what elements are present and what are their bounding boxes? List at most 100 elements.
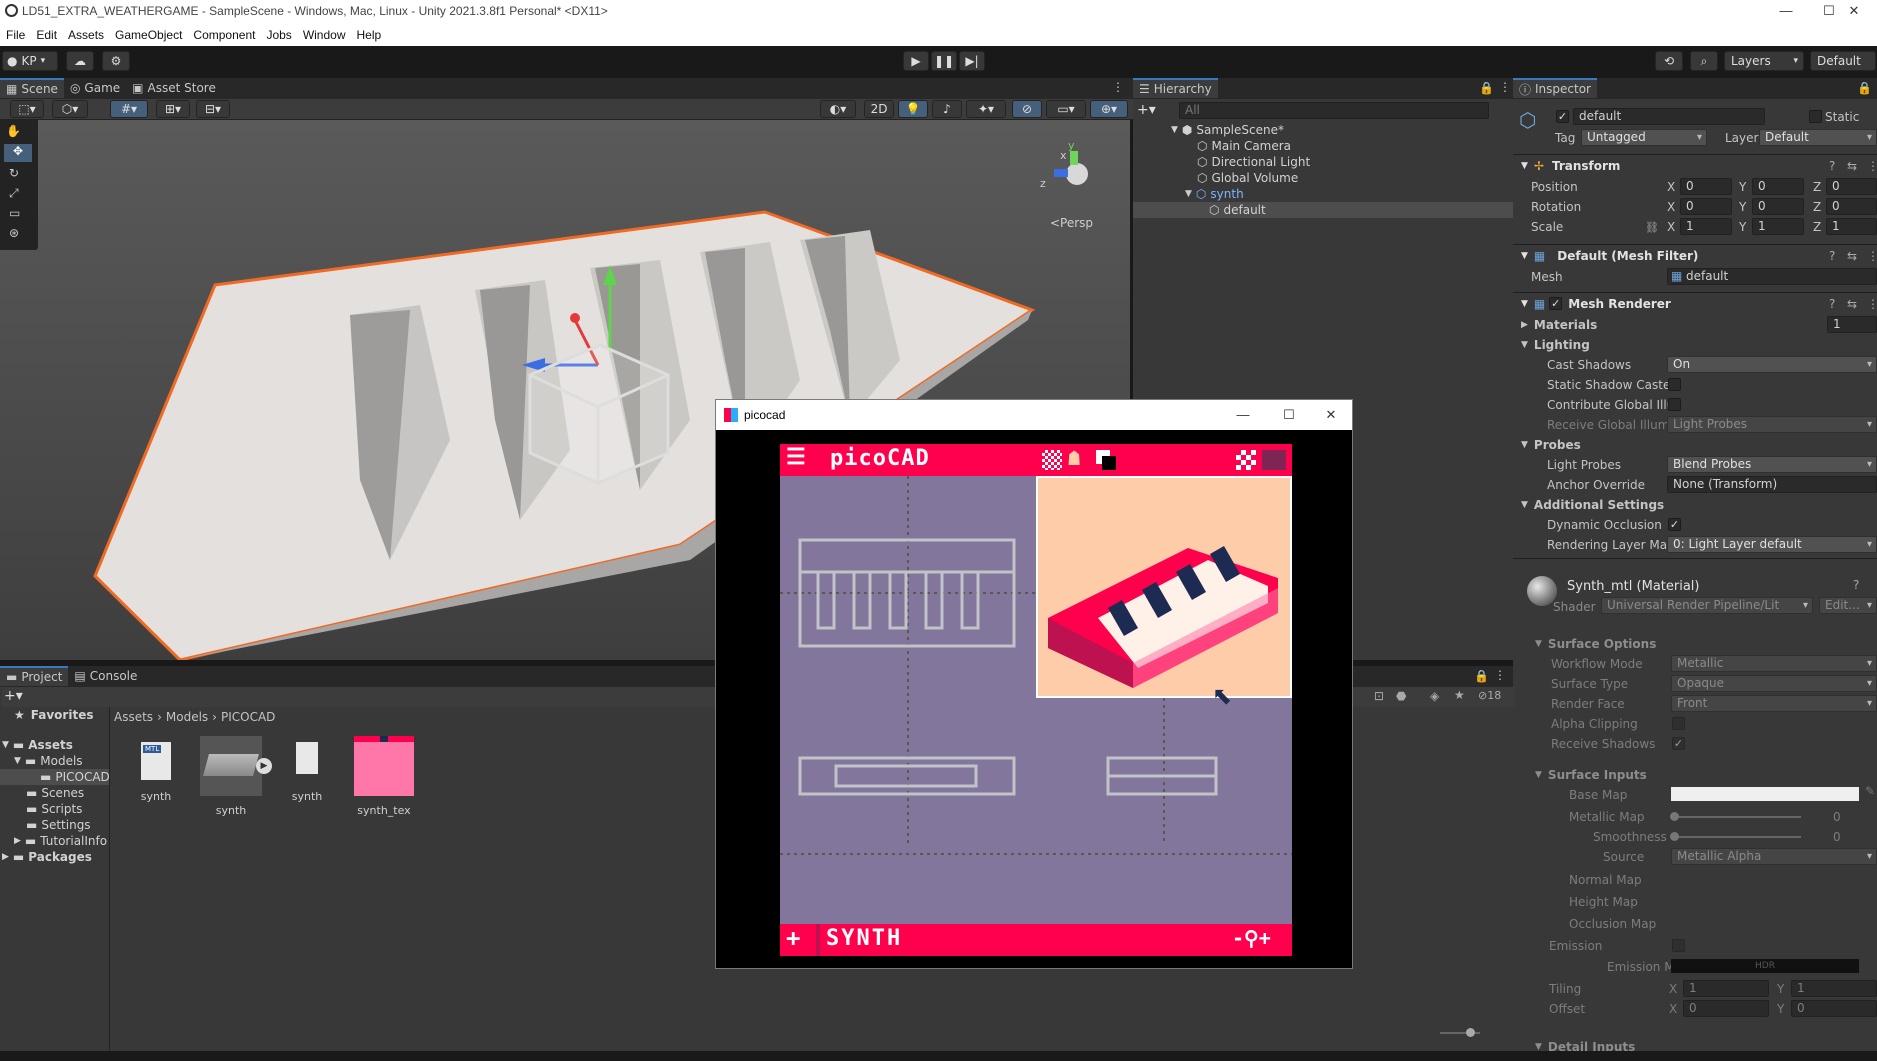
rotation-x-field[interactable]: 0 [1680,198,1732,215]
list-item[interactable]: ▼ ⬡ synth [1133,186,1513,202]
list-item[interactable]: ⬡ default [1133,202,1513,218]
rotate-tool-icon[interactable]: ↻ [9,166,19,180]
list-item[interactable]: ⬡ Main Camera [1133,138,1513,154]
tag-icon[interactable]: ◈ [1430,689,1439,703]
create-asset-button[interactable]: +▾ [4,688,23,704]
cloud-icon[interactable]: ☁ [66,51,94,71]
lighting-foldout[interactable]: ▼ Lighting [1521,336,1590,354]
lighting-toggle-icon[interactable]: 💡 [898,100,928,118]
shader-dropdown[interactable]: Universal Render Pipeline/Lit [1601,597,1813,614]
search-icon[interactable]: ⌕ [1690,51,1718,71]
breadcrumb-assets[interactable]: Assets [114,710,153,724]
grid-view-icon[interactable] [1236,450,1256,470]
mode-2d-button[interactable]: 2D [864,100,894,118]
scale-y-field[interactable]: 1 [1752,218,1804,235]
zoom-slider[interactable] [1440,1028,1480,1037]
tab-hierarchy[interactable]: ☰ Hierarchy [1133,78,1218,98]
render-face-dropdown[interactable]: Front [1671,695,1877,712]
surface-type-dropdown[interactable]: Opaque [1671,675,1877,692]
rect-tool-icon[interactable]: ▭ [9,206,20,220]
play-button[interactable]: ▶ [903,51,929,71]
collab-icon[interactable]: ⚙ [102,51,130,71]
hand-tool-icon[interactable]: ✋ [6,124,21,138]
more-menu-icon[interactable]: ⋮ [1112,80,1124,94]
tiling-y-field[interactable]: 1 [1791,980,1877,997]
texture-mode-icon[interactable] [1042,450,1062,470]
list-item[interactable]: ⬡ Global Volume [1133,170,1513,186]
history-icon[interactable]: ⟲ [1655,51,1683,71]
tree-item-assets[interactable]: ▼ ▬ Assets [0,737,109,753]
help-icon[interactable]: ? [1829,297,1835,311]
orientation-gizmo[interactable]: y x z [1040,135,1110,205]
rendering-layer-dropdown[interactable]: 0: Light Layer default [1667,536,1877,553]
breadcrumb-picocad[interactable]: PICOCAD [221,710,275,724]
layout-dropdown[interactable]: Default [1810,51,1876,71]
menu-component[interactable]: Component [189,28,262,42]
effects-icon[interactable]: ✦▾ [966,100,1006,118]
slider-thumb[interactable] [1466,1028,1475,1037]
scale-x-field[interactable]: 1 [1680,218,1732,235]
expand-arrow-icon[interactable]: ▶ [256,758,272,774]
anchor-override-field[interactable]: None (Transform) [1667,476,1877,493]
tab-scene[interactable]: ▦ Scene [0,78,64,98]
search-by-label-icon[interactable]: ⬣ [1396,689,1406,703]
surface-options-foldout[interactable]: ▼ Surface Options [1535,635,1656,653]
close-button[interactable]: ✕ [1831,0,1877,23]
preset-icon[interactable]: ⇆ [1847,159,1857,173]
light-mode-icon[interactable]: ☗ [1068,446,1080,470]
tree-item-picocad[interactable]: ▬ PICOCAD [0,769,110,785]
step-button[interactable]: ▶| [959,51,985,71]
minimize-button[interactable]: — [1220,404,1266,427]
single-view-icon[interactable] [1262,450,1286,470]
project-name[interactable]: SYNTH [826,926,902,951]
slider-thumb[interactable] [1670,832,1679,841]
menu-help[interactable]: Help [353,28,389,42]
offset-x-field[interactable]: 0 [1683,1000,1769,1017]
active-checkbox[interactable]: ✓ [1556,110,1569,123]
tab-inspector[interactable]: ⓘ Inspector [1513,78,1597,98]
dynamic-occlusion-checkbox[interactable]: ✓ [1668,518,1681,531]
offset-y-field[interactable]: 0 [1791,1000,1877,1017]
more-menu-icon[interactable]: ⋮ [1867,297,1877,311]
list-item[interactable]: ⬡ Directional Light [1133,154,1513,170]
close-button[interactable]: ✕ [1308,404,1354,427]
menu-assets[interactable]: Assets [64,28,111,42]
alpha-clipping-checkbox[interactable] [1672,717,1685,730]
more-menu-icon[interactable]: ⋮ [1494,668,1506,682]
scale-tool-icon[interactable]: ⤢ [9,186,19,201]
object-name-field[interactable]: default [1573,108,1765,125]
static-checkbox[interactable] [1809,110,1822,123]
tree-item-settings[interactable]: ▬ Settings [0,817,109,833]
menu-file[interactable]: File [2,28,32,42]
more-menu-icon[interactable]: ⋮ [1867,159,1877,173]
draw-mode-icon[interactable]: ⬚▾ [10,100,44,118]
asset-item[interactable]: synth_tex [349,736,419,817]
grid-snap-icon[interactable]: #▾ [110,100,148,118]
surface-inputs-foldout[interactable]: ▼ Surface Inputs [1535,766,1647,784]
source-dropdown[interactable]: Metallic Alpha [1671,848,1877,865]
tab-game[interactable]: ◎ Game [64,78,126,98]
favorites-item[interactable]: ★ Favorites [0,707,109,723]
preset-icon[interactable]: ⇆ [1847,297,1857,311]
light-probes-dropdown[interactable]: Blend Probes [1667,456,1877,473]
grid-icon[interactable]: ⊞▾ [156,100,190,118]
smoothness-value[interactable]: 0 [1833,828,1841,846]
hamburger-menu-icon[interactable]: ☰ [786,445,806,470]
contribute-gi-checkbox[interactable] [1668,398,1681,411]
tree-item-packages[interactable]: ▶ ▬ Packages [0,849,109,865]
materials-count-field[interactable]: 1 [1827,316,1877,333]
help-icon[interactable]: ? [1853,578,1859,592]
persp-label[interactable]: <Persp [1050,216,1093,230]
position-x-field[interactable]: 0 [1680,178,1732,195]
tab-console[interactable]: ▤ Console [68,666,143,686]
position-z-field[interactable]: 0 [1826,178,1877,195]
help-icon[interactable]: ? [1829,249,1835,263]
menu-gameobject[interactable]: GameObject [111,28,189,42]
audio-toggle-icon[interactable]: ♪ [932,100,962,118]
tiling-x-field[interactable]: 1 [1683,980,1769,997]
workflow-dropdown[interactable]: Metallic [1671,655,1877,672]
tab-project[interactable]: ▬ Project [0,666,69,686]
base-color-swatch[interactable] [1671,787,1859,801]
enabled-checkbox[interactable]: ✓ [1549,297,1563,310]
menu-edit[interactable]: Edit [32,28,64,42]
